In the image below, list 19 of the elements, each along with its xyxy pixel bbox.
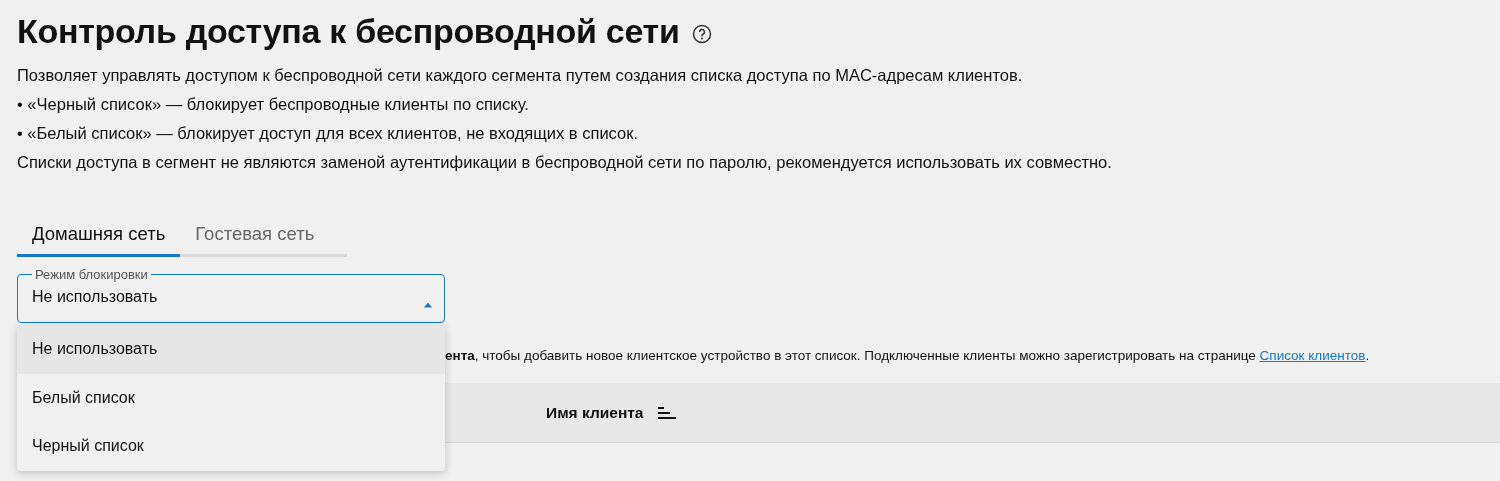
description-text: Списки доступа в сегмент не являются заменой аутентификации в беспроводной сети по паролю, рекомендуется использовать их совместно. [17,152,1113,173]
notice-text: ента, чтобы добавить новое клиентское устройство в этот список. Подключенные клиенты можно зарегистрировать на странице [445,348,1257,363]
tab[interactable]: Гостевая сеть [180,215,330,257]
caret-icon [424,302,432,308]
description-text: Позволяет управлять доступом к беспроводной сети каждого сегмента путем создания списка доступа по MAC-адресам клиентов. [17,65,1024,86]
select-value: Не использовать [32,287,159,306]
tab[interactable]: Домашняя сеть [17,215,181,257]
select-label: Режим блокировки [34,267,149,282]
notice-text-end: . [1365,348,1370,363]
dropdown-option[interactable]: Черный список [17,422,445,471]
page-title: Контроль доступа к беспроводной сети [17,12,680,51]
dropdown-option[interactable]: Белый список [17,373,445,422]
dropdown-option[interactable]: Не использовать [17,325,445,374]
description-text: • «Черный список» — блокирует беспроводные клиенты по списку. [17,94,530,115]
block-mode-select[interactable]: Режим блокировки Не использовать [17,267,445,323]
column-header[interactable]: Имя клиента [546,403,644,422]
help-icon[interactable] [691,23,712,44]
description-text: • «Белый список» — блокирует доступ для всех клиентов, не входящих в список. [17,123,640,144]
sort-icon[interactable] [657,405,678,420]
